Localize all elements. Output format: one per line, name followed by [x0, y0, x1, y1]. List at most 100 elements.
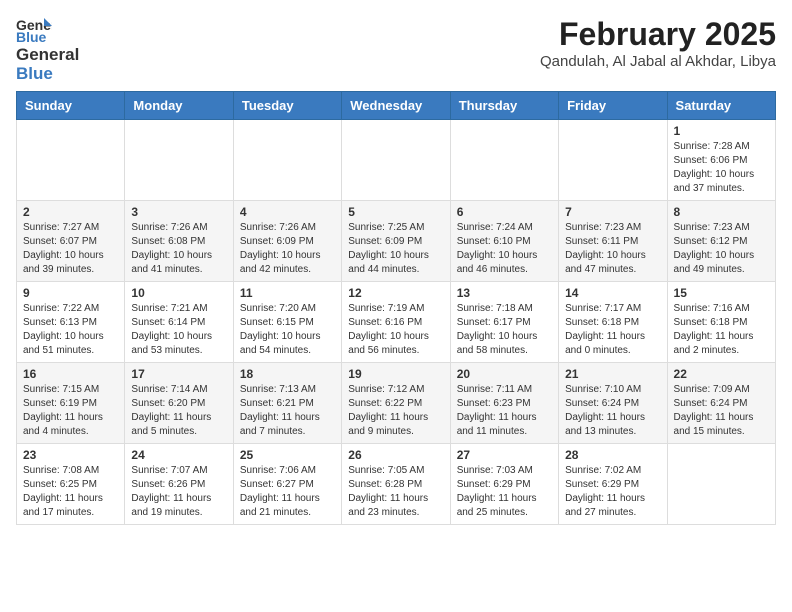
- day-info: Sunrise: 7:23 AM Sunset: 6:11 PM Dayligh…: [565, 221, 660, 277]
- calendar-week-5: 23 Sunrise: 7:08 AM Sunset: 6:25 PM Dayli…: [17, 444, 776, 525]
- day-header-friday: Friday: [559, 92, 667, 120]
- calendar-cell: 25 Sunrise: 7:06 AM Sunset: 6:27 PM Dayli…: [233, 444, 341, 525]
- calendar-cell: 13 Sunrise: 7:18 AM Sunset: 6:17 PM Dayli…: [450, 282, 558, 363]
- calendar-cell: 2 Sunrise: 7:27 AM Sunset: 6:07 PM Daylig…: [17, 201, 125, 282]
- day-info: Sunrise: 7:25 AM Sunset: 6:09 PM Dayligh…: [348, 221, 443, 277]
- logo: General Blue General Blue: [16, 16, 79, 83]
- logo-general: General: [16, 46, 79, 65]
- calendar-cell: 21 Sunrise: 7:10 AM Sunset: 6:24 PM Dayli…: [559, 363, 667, 444]
- day-info: Sunrise: 7:26 AM Sunset: 6:09 PM Dayligh…: [240, 221, 335, 277]
- day-number: 24: [131, 448, 226, 462]
- day-number: 27: [457, 448, 552, 462]
- calendar-cell: 23 Sunrise: 7:08 AM Sunset: 6:25 PM Dayli…: [17, 444, 125, 525]
- day-info: Sunrise: 7:27 AM Sunset: 6:07 PM Dayligh…: [23, 221, 118, 277]
- day-number: 12: [348, 286, 443, 300]
- day-header-thursday: Thursday: [450, 92, 558, 120]
- calendar-cell: 20 Sunrise: 7:11 AM Sunset: 6:23 PM Dayli…: [450, 363, 558, 444]
- day-number: 9: [23, 286, 118, 300]
- calendar-cell: 27 Sunrise: 7:03 AM Sunset: 6:29 PM Dayli…: [450, 444, 558, 525]
- calendar-table: SundayMondayTuesdayWednesdayThursdayFrid…: [16, 91, 776, 525]
- day-info: Sunrise: 7:12 AM Sunset: 6:22 PM Dayligh…: [348, 383, 443, 439]
- day-header-tuesday: Tuesday: [233, 92, 341, 120]
- day-number: 25: [240, 448, 335, 462]
- calendar-week-2: 2 Sunrise: 7:27 AM Sunset: 6:07 PM Daylig…: [17, 201, 776, 282]
- day-info: Sunrise: 7:03 AM Sunset: 6:29 PM Dayligh…: [457, 464, 552, 520]
- calendar-cell: 17 Sunrise: 7:14 AM Sunset: 6:20 PM Dayli…: [125, 363, 233, 444]
- calendar-subtitle: Qandulah, Al Jabal al Akhdar, Libya: [540, 53, 776, 70]
- calendar-cell: 28 Sunrise: 7:02 AM Sunset: 6:29 PM Dayli…: [559, 444, 667, 525]
- day-number: 17: [131, 367, 226, 381]
- day-number: 21: [565, 367, 660, 381]
- day-number: 5: [348, 205, 443, 219]
- day-info: Sunrise: 7:10 AM Sunset: 6:24 PM Dayligh…: [565, 383, 660, 439]
- day-info: Sunrise: 7:11 AM Sunset: 6:23 PM Dayligh…: [457, 383, 552, 439]
- day-number: 22: [674, 367, 769, 381]
- calendar-cell: 18 Sunrise: 7:13 AM Sunset: 6:21 PM Dayli…: [233, 363, 341, 444]
- day-header-monday: Monday: [125, 92, 233, 120]
- day-number: 1: [674, 124, 769, 138]
- calendar-week-4: 16Sunrise: 7:15 AM Sunset: 6:19 PM Dayli…: [17, 363, 776, 444]
- calendar-cell: 26Sunrise: 7:05 AM Sunset: 6:28 PM Dayli…: [342, 444, 450, 525]
- logo-icon: General Blue: [16, 16, 52, 44]
- day-number: 3: [131, 205, 226, 219]
- day-number: 19: [348, 367, 443, 381]
- calendar-cell: 15Sunrise: 7:16 AM Sunset: 6:18 PM Dayli…: [667, 282, 775, 363]
- day-info: Sunrise: 7:23 AM Sunset: 6:12 PM Dayligh…: [674, 221, 769, 277]
- day-number: 14: [565, 286, 660, 300]
- calendar-cell: 14Sunrise: 7:17 AM Sunset: 6:18 PM Dayli…: [559, 282, 667, 363]
- day-number: 23: [23, 448, 118, 462]
- day-header-wednesday: Wednesday: [342, 92, 450, 120]
- day-info: Sunrise: 7:21 AM Sunset: 6:14 PM Dayligh…: [131, 302, 226, 358]
- calendar-cell: [450, 120, 558, 201]
- day-info: Sunrise: 7:07 AM Sunset: 6:26 PM Dayligh…: [131, 464, 226, 520]
- day-info: Sunrise: 7:02 AM Sunset: 6:29 PM Dayligh…: [565, 464, 660, 520]
- day-number: 10: [131, 286, 226, 300]
- day-header-sunday: Sunday: [17, 92, 125, 120]
- day-info: Sunrise: 7:22 AM Sunset: 6:13 PM Dayligh…: [23, 302, 118, 358]
- calendar-cell: 19 Sunrise: 7:12 AM Sunset: 6:22 PM Dayli…: [342, 363, 450, 444]
- day-info: Sunrise: 7:26 AM Sunset: 6:08 PM Dayligh…: [131, 221, 226, 277]
- logo-blue: Blue: [16, 65, 79, 84]
- svg-text:Blue: Blue: [16, 29, 47, 44]
- day-number: 20: [457, 367, 552, 381]
- day-number: 7: [565, 205, 660, 219]
- day-info: Sunrise: 7:15 AM Sunset: 6:19 PM Dayligh…: [23, 383, 118, 439]
- calendar-cell: 16Sunrise: 7:15 AM Sunset: 6:19 PM Dayli…: [17, 363, 125, 444]
- header: General Blue General Blue February 2025 …: [16, 16, 776, 83]
- header-row: SundayMondayTuesdayWednesdayThursdayFrid…: [17, 92, 776, 120]
- day-info: Sunrise: 7:13 AM Sunset: 6:21 PM Dayligh…: [240, 383, 335, 439]
- day-info: Sunrise: 7:05 AM Sunset: 6:28 PM Dayligh…: [348, 464, 443, 520]
- day-info: Sunrise: 7:08 AM Sunset: 6:25 PM Dayligh…: [23, 464, 118, 520]
- calendar-cell: 22 Sunrise: 7:09 AM Sunset: 6:24 PM Dayli…: [667, 363, 775, 444]
- calendar-title: February 2025: [540, 16, 776, 53]
- calendar-cell: [667, 444, 775, 525]
- calendar-cell: [233, 120, 341, 201]
- calendar-cell: [125, 120, 233, 201]
- day-number: 4: [240, 205, 335, 219]
- day-info: Sunrise: 7:28 AM Sunset: 6:06 PM Dayligh…: [674, 140, 769, 196]
- calendar-cell: 8Sunrise: 7:23 AM Sunset: 6:12 PM Daylig…: [667, 201, 775, 282]
- calendar-cell: 9 Sunrise: 7:22 AM Sunset: 6:13 PM Daylig…: [17, 282, 125, 363]
- day-info: Sunrise: 7:06 AM Sunset: 6:27 PM Dayligh…: [240, 464, 335, 520]
- calendar-cell: 24 Sunrise: 7:07 AM Sunset: 6:26 PM Dayli…: [125, 444, 233, 525]
- day-number: 13: [457, 286, 552, 300]
- calendar-cell: 10 Sunrise: 7:21 AM Sunset: 6:14 PM Dayli…: [125, 282, 233, 363]
- calendar-cell: 11Sunrise: 7:20 AM Sunset: 6:15 PM Dayli…: [233, 282, 341, 363]
- day-number: 28: [565, 448, 660, 462]
- calendar-cell: 5 Sunrise: 7:25 AM Sunset: 6:09 PM Daylig…: [342, 201, 450, 282]
- day-info: Sunrise: 7:14 AM Sunset: 6:20 PM Dayligh…: [131, 383, 226, 439]
- calendar-cell: 1 Sunrise: 7:28 AM Sunset: 6:06 PM Daylig…: [667, 120, 775, 201]
- calendar-cell: [559, 120, 667, 201]
- calendar-week-1: 1 Sunrise: 7:28 AM Sunset: 6:06 PM Daylig…: [17, 120, 776, 201]
- day-number: 18: [240, 367, 335, 381]
- day-number: 15: [674, 286, 769, 300]
- day-number: 11: [240, 286, 335, 300]
- day-info: Sunrise: 7:18 AM Sunset: 6:17 PM Dayligh…: [457, 302, 552, 358]
- day-number: 6: [457, 205, 552, 219]
- calendar-cell: [17, 120, 125, 201]
- title-area: February 2025 Qandulah, Al Jabal al Akhd…: [540, 16, 776, 70]
- day-info: Sunrise: 7:09 AM Sunset: 6:24 PM Dayligh…: [674, 383, 769, 439]
- calendar-cell: 7 Sunrise: 7:23 AM Sunset: 6:11 PM Daylig…: [559, 201, 667, 282]
- day-number: 2: [23, 205, 118, 219]
- day-info: Sunrise: 7:19 AM Sunset: 6:16 PM Dayligh…: [348, 302, 443, 358]
